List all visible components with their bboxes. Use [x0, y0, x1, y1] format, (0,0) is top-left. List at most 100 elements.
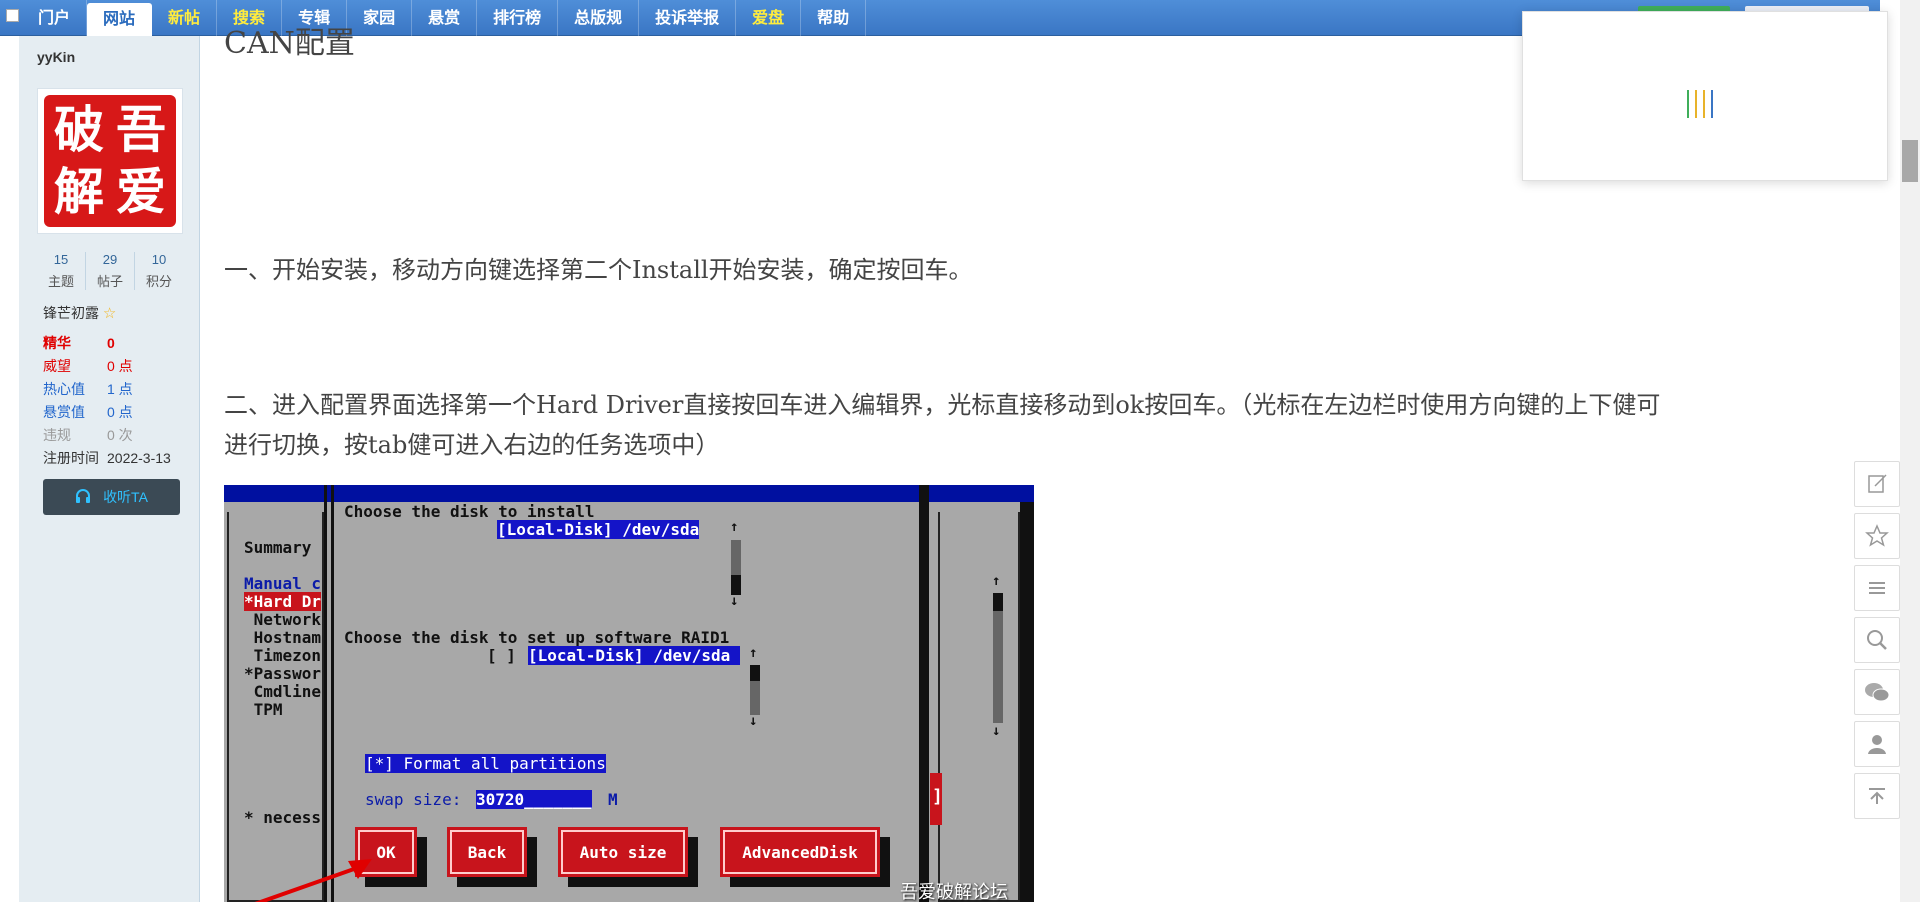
edit-icon[interactable] [1854, 461, 1900, 507]
scrollbar-thumb [731, 575, 741, 595]
info-value[interactable]: 0 次 [107, 424, 133, 447]
post-step-2-line-2: 进行切换，按tab健可进入右边的任务选项中） [224, 431, 720, 459]
partial-right-button: ] [930, 773, 943, 825]
scrollbar-thumb [993, 593, 1003, 611]
installer-screenshot[interactable]: Summary Manual c *Hard Dr Network Hostna… [224, 485, 1034, 902]
stat-points[interactable]: 10 积分 [135, 252, 183, 290]
swap-size-input: 30720_______ [476, 790, 592, 809]
star-icon[interactable] [1854, 513, 1900, 559]
list-icon[interactable] [1854, 565, 1900, 611]
avatar-seal-logo: 破 吾 解 爱 [44, 95, 176, 227]
info-value[interactable]: 2022-3-13 [107, 447, 171, 470]
stat-value: 29 [102, 252, 118, 267]
stat-posts[interactable]: 29 帖子 [86, 252, 135, 290]
menu-manual: Manual c [244, 574, 322, 593]
screenshot-right-edge [1020, 502, 1034, 902]
info-key: 悬赏值 [43, 404, 85, 420]
watermark: 吾爱破解论坛 [900, 882, 1008, 902]
avatar-char: 解 [54, 162, 104, 221]
loading-bar [1695, 90, 1697, 118]
menu-password: *Passwor [244, 664, 322, 683]
avatar-char: 吾 [116, 100, 166, 159]
avatar-char: 破 [54, 100, 104, 159]
advanced-disk-button-label: AdvancedDisk [723, 830, 877, 874]
follow-button[interactable]: 收听TA [43, 479, 180, 515]
screenshot-top-bar [224, 485, 1034, 502]
pane-divider [919, 485, 929, 902]
menu-summary: Summary [244, 538, 312, 557]
info-row: 注册时间 2022-3-13 [43, 447, 193, 470]
arrow-up-icon: ↑ [749, 645, 758, 661]
scrollbar-thumb [750, 665, 760, 681]
info-value[interactable]: 0 点 [107, 401, 133, 424]
menu-cmdline: Cmdline [244, 682, 322, 701]
info-row: 违规 0 次 [43, 424, 193, 447]
stat-label: 主题 [47, 274, 74, 289]
follow-button-label: 收听TA [103, 489, 148, 505]
author-username[interactable]: yyKin [37, 49, 75, 65]
stat-topics[interactable]: 15 主题 [37, 252, 86, 290]
back-to-top-icon[interactable] [1854, 773, 1900, 819]
menu-hard-drive: *Hard Dr [244, 592, 322, 611]
checkbox-icon[interactable] [6, 9, 19, 22]
format-partitions-checkbox: [*] Format all partitions [365, 754, 606, 773]
menu-timezone: Timezon [244, 646, 322, 665]
info-key: 热心值 [43, 381, 85, 397]
info-row: 威望 0 点 [43, 355, 193, 378]
stat-label: 积分 [145, 274, 172, 289]
user-rank: 锋芒初露 ☆ [43, 303, 116, 323]
pane-divider [331, 485, 334, 902]
wechat-icon[interactable] [1854, 669, 1900, 715]
stat-label: 帖子 [96, 274, 123, 289]
choose-install-label: Choose the disk to install [344, 502, 595, 521]
nav-item-portal[interactable]: 门户 [22, 0, 88, 36]
info-value[interactable]: 0 点 [107, 355, 133, 378]
headphones-icon [75, 488, 91, 507]
scrollbar-track [731, 540, 741, 576]
info-row: 悬赏值 0 点 [43, 401, 193, 424]
info-row: 热心值 1 点 [43, 378, 193, 401]
info-value[interactable]: 1 点 [107, 378, 133, 401]
arrow-up-icon: ↑ [992, 573, 1001, 589]
info-key: 注册时间 [43, 450, 99, 466]
nav-item-site[interactable]: 网站 [87, 3, 153, 36]
stat-value: 15 [53, 252, 69, 267]
red-arrow-annotation [254, 859, 372, 902]
loading-bar [1687, 90, 1689, 118]
info-value[interactable]: 0 [107, 332, 115, 355]
stat-value: 10 [151, 252, 167, 267]
swap-unit: M [608, 790, 618, 809]
swap-size-label: swap size: [365, 790, 462, 809]
auto-size-button: Auto size [558, 827, 688, 877]
info-key: 威望 [43, 358, 71, 374]
user-icon[interactable] [1854, 721, 1900, 767]
post-step-2-line-1: 二、进入配置界面选择第一个Hard Driver直接按回车进入编辑界，光标直接移… [224, 391, 1661, 419]
author-sidebar: yyKin 破 吾 解 爱 15 主题 29 帖子 10 积分 锋芒初露 ☆ 精华 0 威… [19, 36, 200, 902]
scrollbar-track [993, 593, 1003, 723]
info-key: 精华 [43, 335, 71, 351]
loading-popup [1522, 11, 1888, 181]
arrow-up-icon: ↑ [730, 519, 739, 535]
disk-install-option: [Local-Disk] /dev/sda [497, 520, 700, 539]
auto-size-button-label: Auto size [561, 830, 685, 874]
disk-raid-option: [Local-Disk] /dev/sda [528, 646, 740, 665]
menu-network: Network [244, 610, 322, 629]
search-icon[interactable] [1854, 617, 1900, 663]
pane-divider [324, 485, 327, 902]
nav-item-new-posts[interactable]: 新帖 [152, 0, 218, 36]
page-scrollbar[interactable] [1900, 0, 1920, 902]
menu-necessary-note: * necess [244, 808, 322, 827]
arrow-down-icon: ↓ [730, 593, 739, 609]
scrollbar-thumb[interactable] [1902, 140, 1918, 182]
post-heading: CAN配置 [224, 26, 355, 61]
author-stats: 15 主题 29 帖子 10 积分 [37, 252, 183, 290]
menu-hostname: Hostnam [244, 628, 322, 647]
info-row: 精华 0 [43, 332, 193, 355]
post-step-1: 一、开始安装，移动方向键选择第二个Install开始安装，确定按回车。 [224, 256, 973, 284]
choose-raid-label: Choose the disk to set up software RAID1 [344, 628, 730, 647]
arrow-down-icon: ↓ [749, 713, 758, 729]
advanced-disk-button: AdvancedDisk [720, 827, 880, 877]
menu-tpm: TPM [244, 700, 283, 719]
arrow-down-icon: ↓ [992, 723, 1001, 739]
avatar[interactable]: 破 吾 解 爱 [37, 88, 183, 234]
